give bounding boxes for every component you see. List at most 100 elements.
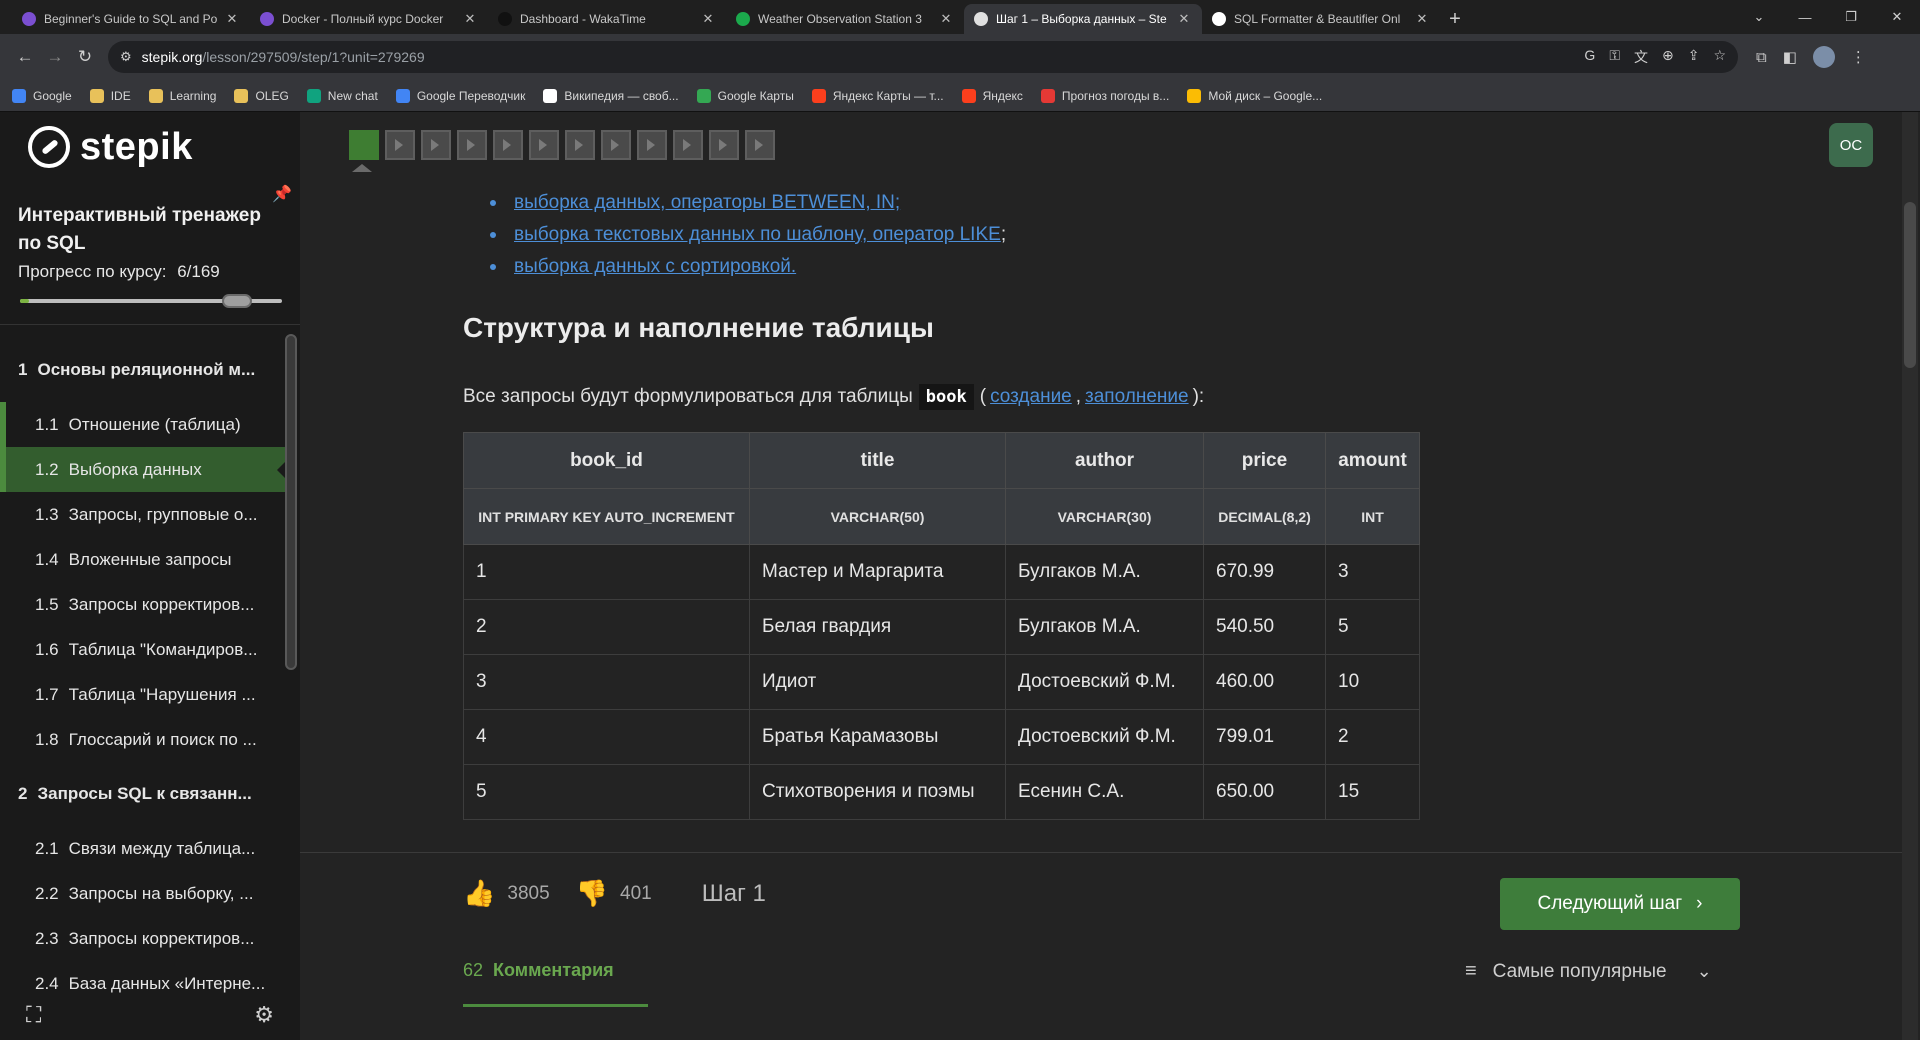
minimize-button[interactable]: —: [1782, 0, 1828, 34]
browser-tab[interactable]: Weather Observation Station 3 ✕: [726, 4, 964, 34]
table-cell: Булгаков М.А.: [1005, 599, 1204, 655]
bookmark-item[interactable]: Google Карты: [696, 88, 794, 103]
back-button[interactable]: ←: [10, 42, 40, 72]
step-code-icon[interactable]: [529, 130, 559, 160]
table-cell: Булгаков М.А.: [1005, 544, 1204, 600]
step-code-icon[interactable]: [673, 130, 703, 160]
tab-close-icon[interactable]: ✕: [700, 11, 716, 27]
toc-lesson[interactable]: 1.3 Запросы, групповые о...: [0, 492, 286, 537]
password-key-icon[interactable]: ⚿: [1609, 47, 1620, 67]
profile-avatar[interactable]: [1812, 46, 1835, 68]
table-body: 1 Мастер и Маргарита Булгаков М.А. 670.99 3 2…: [463, 544, 1420, 820]
zoom-icon[interactable]: ⊕: [1662, 47, 1674, 67]
browser-tab[interactable]: Docker - Полный курс Docker ✕: [250, 4, 488, 34]
toc-lesson[interactable]: 1.5 Запросы корректиров...: [0, 582, 286, 627]
comments-sort-dropdown[interactable]: ≡ Самые популярные ⌄: [1465, 960, 1712, 983]
course-toc: 1 Основы реляционной м... 1.1 Отношение (та…: [0, 338, 286, 1006]
toc-module[interactable]: 2 Запросы SQL к связанн...: [0, 762, 286, 826]
bookmark-item[interactable]: Google Переводчик: [395, 88, 525, 103]
create-table-link[interactable]: создание: [990, 386, 1072, 408]
next-step-button[interactable]: Следующий шаг ›: [1500, 878, 1740, 930]
site-info-icon[interactable]: ⚙: [120, 49, 132, 65]
bookmark-label: Прогноз погоды в...: [1061, 88, 1170, 103]
pin-sidebar-icon[interactable]: 📌: [272, 184, 292, 204]
tab-close-icon[interactable]: ✕: [462, 11, 478, 27]
bookmark-item[interactable]: Википедия — своб...: [543, 88, 679, 103]
side-panel-icon[interactable]: ◧: [1783, 48, 1797, 66]
chrome-menu-icon[interactable]: ⋮: [1851, 48, 1866, 66]
step-code-icon[interactable]: [709, 130, 739, 160]
stepik-logo-icon: [28, 126, 70, 168]
table-cell: 670.99: [1203, 544, 1326, 600]
tab-close-icon[interactable]: ✕: [938, 11, 954, 27]
step-code-icon[interactable]: [601, 130, 631, 160]
toc-lesson[interactable]: 1.7 Таблица "Нарушения ...: [0, 672, 286, 717]
bookmark-label: Learning: [169, 88, 217, 103]
step-code-icon[interactable]: [421, 130, 451, 160]
bookmark-item[interactable]: Мой диск – Google...: [1187, 88, 1322, 103]
bookmark-item[interactable]: Прогноз погоды в...: [1040, 88, 1170, 103]
tab-title: Шаг 1 – Выборка данных – Ste: [996, 12, 1167, 26]
fill-table-link[interactable]: заполнение: [1085, 386, 1189, 408]
tab-title: Dashboard - WakaTime: [520, 12, 646, 26]
sidebar-scrollbar[interactable]: [285, 334, 297, 670]
toc-lesson[interactable]: 1.6 Таблица "Командиров...: [0, 627, 286, 672]
address-bar[interactable]: ⚙ stepik.org /lesson/297509/step/1?unit=…: [108, 41, 1738, 73]
reload-button[interactable]: ↻: [70, 42, 100, 72]
topic-link[interactable]: выборка данных с сортировкой.: [514, 256, 796, 277]
step-code-icon[interactable]: [745, 130, 775, 160]
bookmark-item[interactable]: Learning: [148, 88, 217, 103]
stepik-logo[interactable]: stepik: [28, 122, 193, 172]
thumbs-up-icon[interactable]: 👍: [463, 878, 495, 909]
bookmark-item[interactable]: Яндекс Карты — т...: [811, 88, 944, 103]
topic-link[interactable]: выборка данных, операторы BETWEEN, IN;: [514, 192, 900, 213]
tab-close-icon[interactable]: ✕: [1414, 11, 1430, 27]
bookmark-item[interactable]: IDE: [89, 88, 131, 103]
browser-tab[interactable]: Dashboard - WakaTime ✕: [488, 4, 726, 34]
bookmark-star-icon[interactable]: ☆: [1713, 47, 1726, 67]
url-host: stepik.org: [141, 49, 203, 65]
browser-tab[interactable]: Шаг 1 – Выборка данных – Ste ✕: [964, 4, 1202, 34]
browser-tab[interactable]: SQL Formatter & Beautifier Onl ✕: [1202, 4, 1440, 34]
settings-gear-icon[interactable]: ⚙: [254, 1002, 274, 1028]
bookmark-item[interactable]: Google: [12, 88, 72, 103]
tab-close-icon[interactable]: ✕: [224, 11, 240, 27]
extensions-puzzle-icon[interactable]: ⧉: [1756, 49, 1767, 66]
toc-lesson[interactable]: 2.3 Запросы корректиров...: [0, 916, 286, 961]
progress-toggle[interactable]: [222, 294, 252, 308]
tab-search-icon[interactable]: ⌄: [1736, 0, 1782, 34]
google-lens-icon[interactable]: G: [1584, 47, 1595, 67]
topic-link[interactable]: выборка текстовых данных по шаблону, опе…: [514, 224, 1001, 245]
thumbs-down-icon[interactable]: 👎: [576, 878, 608, 909]
course-title[interactable]: Интерактивный тренажер по SQL: [18, 202, 278, 258]
step-text-icon[interactable]: [349, 130, 379, 160]
toc-module[interactable]: 1 Основы реляционной м...: [0, 338, 286, 402]
toc-lesson[interactable]: 2.2 Запросы на выборку, ...: [0, 871, 286, 916]
toc-lesson[interactable]: 1.4 Вложенные запросы: [0, 537, 286, 582]
forward-button[interactable]: →: [40, 42, 70, 72]
toc-lesson[interactable]: 1.2 Выборка данных: [0, 447, 286, 492]
step-code-icon[interactable]: [565, 130, 595, 160]
step-code-icon[interactable]: [637, 130, 667, 160]
step-code-icon[interactable]: [385, 130, 415, 160]
tab-close-icon[interactable]: ✕: [1176, 11, 1192, 27]
step-code-icon[interactable]: [457, 130, 487, 160]
bookmark-item[interactable]: Яндекс: [961, 88, 1023, 103]
content-scrollbar[interactable]: [1904, 202, 1916, 368]
toc-lesson[interactable]: 1.1 Отношение (таблица): [0, 402, 286, 447]
restore-button[interactable]: ❐: [1828, 0, 1874, 34]
toc-lesson[interactable]: 2.1 Связи между таблица...: [0, 826, 286, 871]
comments-tab[interactable]: 62 Комментария: [463, 960, 614, 981]
translate-icon[interactable]: 文: [1634, 47, 1648, 67]
toc-number: 1.8: [35, 729, 59, 749]
close-window-button[interactable]: ✕: [1874, 0, 1920, 34]
browser-tab[interactable]: Beginner's Guide to SQL and Po ✕: [12, 4, 250, 34]
user-avatar[interactable]: OC: [1829, 123, 1873, 167]
fullscreen-icon[interactable]: ⛶: [26, 1002, 41, 1028]
new-tab-button[interactable]: +: [1440, 4, 1470, 34]
bookmark-item[interactable]: OLEG: [234, 88, 289, 103]
bookmark-item[interactable]: New chat: [306, 88, 378, 103]
step-code-icon[interactable]: [493, 130, 523, 160]
share-icon[interactable]: ⇪: [1688, 47, 1700, 67]
toc-lesson[interactable]: 1.8 Глоссарий и поиск по ...: [0, 717, 286, 762]
